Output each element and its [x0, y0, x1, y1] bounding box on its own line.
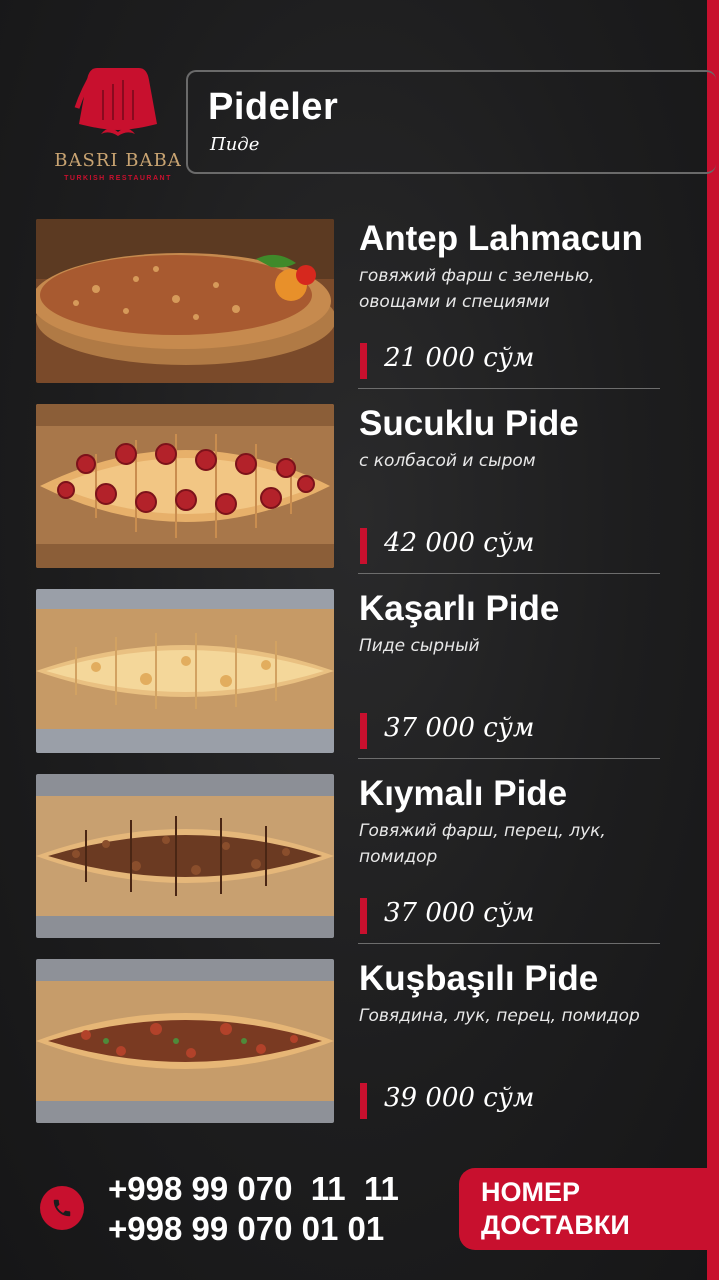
item-description: с колбасой и сыром	[359, 451, 536, 471]
item-name: Kaşarlı Pide	[359, 589, 560, 628]
divider	[358, 388, 660, 389]
item-price: 37 000 сўм	[384, 898, 535, 928]
item-name: Sucuklu Pide	[359, 404, 579, 443]
price-marker	[360, 1083, 367, 1119]
delivery-label-line2: ДОСТАВКИ	[481, 1210, 630, 1240]
menu-item[interactable]: Antep Lahmacun говяжий фарш с зеленью, о…	[36, 219, 666, 389]
page-subtitle: Пиде	[210, 134, 260, 155]
phone-number-1[interactable]: +998 99 070 11 11	[108, 1170, 399, 1208]
kasarli-pide-photo	[36, 589, 334, 753]
price-marker	[360, 528, 367, 564]
divider	[358, 758, 660, 759]
menu-item[interactable]: Kıymalı Pide Говяжий фарш, перец, лук, п…	[36, 774, 666, 944]
phone-icon[interactable]	[40, 1186, 84, 1230]
kiymali-pide-photo	[36, 774, 334, 938]
item-price: 42 000 сўм	[384, 528, 535, 558]
item-description: Говяжий фарш, перец, лук, помидор	[359, 821, 606, 867]
item-description: Говядина, лук, перец, помидор	[359, 1006, 640, 1026]
delivery-number-button[interactable]: НОМЕР ДОСТАВКИ	[459, 1168, 719, 1250]
item-description: Пиде сырный	[359, 636, 480, 656]
item-description: говяжий фарш с зеленью, овощами и специя…	[359, 266, 595, 312]
price-marker	[360, 343, 367, 379]
item-price: 39 000 сўм	[384, 1083, 535, 1113]
brand-name: BASRI BABA	[54, 150, 182, 171]
page-title: Pideler	[208, 86, 339, 128]
category-header: Pideler Пиде	[186, 70, 716, 174]
delivery-label-line1: НОМЕР	[481, 1177, 581, 1207]
kusbasili-pide-photo	[36, 959, 334, 1123]
item-price: 21 000 сўм	[384, 343, 535, 373]
price-marker	[360, 898, 367, 934]
menu-item[interactable]: Kuşbaşılı Pide Говядина, лук, перец, пом…	[36, 959, 666, 1123]
item-price: 37 000 сўм	[384, 713, 535, 743]
menu-item[interactable]: Kaşarlı Pide Пиде сырный 37 000 сўм	[36, 589, 666, 759]
item-name: Kuşbaşılı Pide	[359, 959, 599, 998]
price-marker	[360, 713, 367, 749]
brand-tagline: TURKISH RESTAURANT	[64, 175, 172, 182]
brand-logo: BASRI BABA TURKISH RESTAURANT	[48, 60, 188, 190]
fez-mustache-icon	[74, 68, 157, 136]
accent-stripe	[707, 0, 719, 1280]
phone-number-2[interactable]: +998 99 070 01 01	[108, 1210, 384, 1248]
sucuklu-pide-photo	[36, 404, 334, 568]
item-name: Kıymalı Pide	[359, 774, 568, 813]
lahmacun-photo	[36, 219, 334, 383]
divider	[358, 573, 660, 574]
menu-item[interactable]: Sucuklu Pide с колбасой и сыром 42 000 с…	[36, 404, 666, 574]
item-name: Antep Lahmacun	[359, 219, 643, 258]
divider	[358, 943, 660, 944]
